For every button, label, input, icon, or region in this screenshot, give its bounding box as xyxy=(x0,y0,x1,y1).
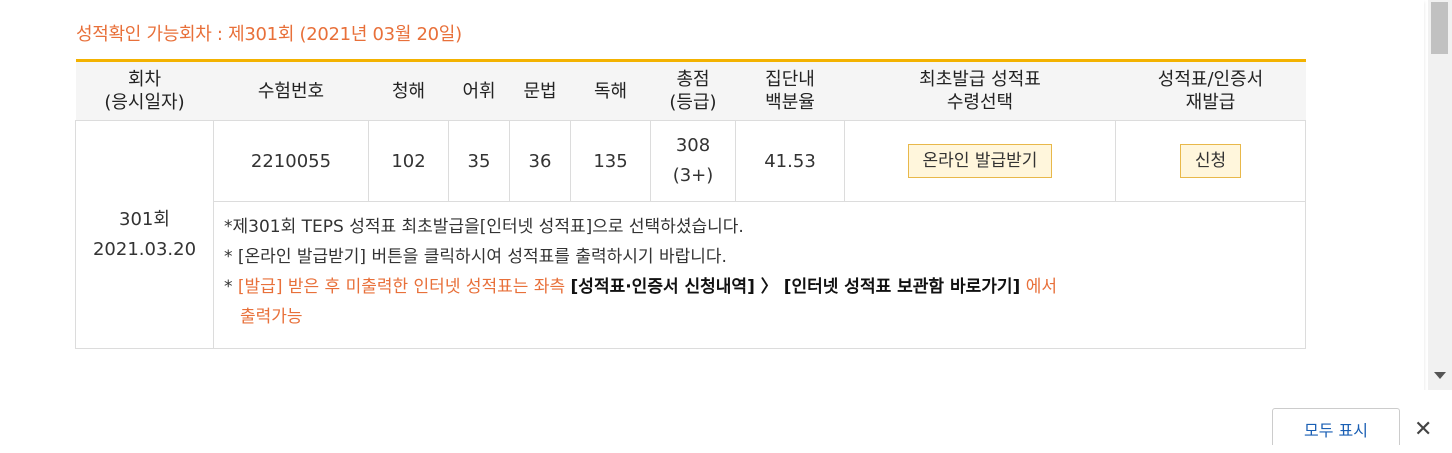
header-grammar: 문법 xyxy=(509,59,571,121)
total-score: 308 xyxy=(675,135,711,156)
reading-cell: 135 xyxy=(570,120,651,202)
availability-text: 성적확인 가능회차 : 제301회 (2021년 03월 20일) xyxy=(76,24,462,45)
close-icon[interactable]: ✕ xyxy=(1414,418,1432,442)
vocab-cell: 35 xyxy=(448,120,510,202)
header-row: 회차 (응시일자) 수험번호 청해 어휘 문법 독해 총점 (등급) 집단내 백분율 … xyxy=(75,59,1306,121)
header-total: 총점 (등급) xyxy=(650,59,736,121)
listening-cell: 102 xyxy=(368,120,449,202)
scrollbar-thumb[interactable] xyxy=(1431,2,1448,54)
show-all-button[interactable]: 모두 표시 xyxy=(1272,408,1400,445)
grammar-cell: 36 xyxy=(509,120,571,202)
score-panel: 성적확인 가능회차 : 제301회 (2021년 03월 20일) 회차 (응시일… xyxy=(0,0,1424,390)
percentile-cell: 41.53 xyxy=(735,120,845,202)
reissue-cell: 신청 xyxy=(1115,120,1306,202)
session-cell: 301회 2021.03.20 xyxy=(75,120,214,349)
header-first-issue: 최초발급 성적표 수령선택 xyxy=(844,59,1116,121)
apply-button[interactable]: 신청 xyxy=(1179,144,1242,178)
session-date: 2021.03.20 xyxy=(92,238,197,260)
download-bar: 모두 표시 ✕ xyxy=(0,390,1452,445)
note-2: * [온라인 발급받기] 버튼을 클릭하시여 성적표를 출력하시기 바랍니다. xyxy=(224,247,727,267)
header-listening: 청해 xyxy=(368,59,449,121)
first-issue-cell: 온라인 발급받기 xyxy=(844,120,1116,202)
vertical-scrollbar[interactable] xyxy=(1428,0,1452,390)
header-reissue: 성적표/인증서 재발급 xyxy=(1115,59,1306,121)
note-1: *제301회 TEPS 성적표 최초발급을[인터넷 성적표]으로 선택하셨습니다… xyxy=(224,217,744,237)
scroll-down-arrow-icon[interactable] xyxy=(1434,372,1446,379)
total-grade: (3+) xyxy=(672,165,714,186)
session-number: 301회 xyxy=(119,208,170,230)
online-issue-button[interactable]: 온라인 발급받기 xyxy=(907,144,1053,178)
exam-no-cell: 2210055 xyxy=(213,120,369,202)
score-table: 회차 (응시일자) 수험번호 청해 어휘 문법 독해 총점 (등급) 집단내 백분율 … xyxy=(75,59,1306,349)
header-exam-no: 수험번호 xyxy=(213,59,369,121)
notes-row: *제301회 TEPS 성적표 최초발급을[인터넷 성적표]으로 선택하셨습니다… xyxy=(76,201,1306,349)
header-vocab: 어휘 xyxy=(448,59,510,121)
note-3: * [발급] 받은 후 미출력한 인터넷 성적표는 좌측 [성적표·인증서 신청… xyxy=(224,277,1058,327)
header-reading: 독해 xyxy=(570,59,651,121)
notes-cell: *제301회 TEPS 성적표 최초발급을[인터넷 성적표]으로 선택하셨습니다… xyxy=(213,201,1306,349)
header-percentile: 집단내 백분율 xyxy=(735,59,845,121)
total-cell: 308 (3+) xyxy=(650,120,736,202)
header-session: 회차 (응시일자) xyxy=(75,59,214,121)
internet-storage-link: [인터넷 성적표 보관함 바로가기] xyxy=(783,277,1021,297)
issue-history-link: [성적표·인증서 신청내역] xyxy=(570,277,755,297)
table-row: 301회 2021.03.20 2210055 102 35 36 135 30… xyxy=(75,120,1306,349)
